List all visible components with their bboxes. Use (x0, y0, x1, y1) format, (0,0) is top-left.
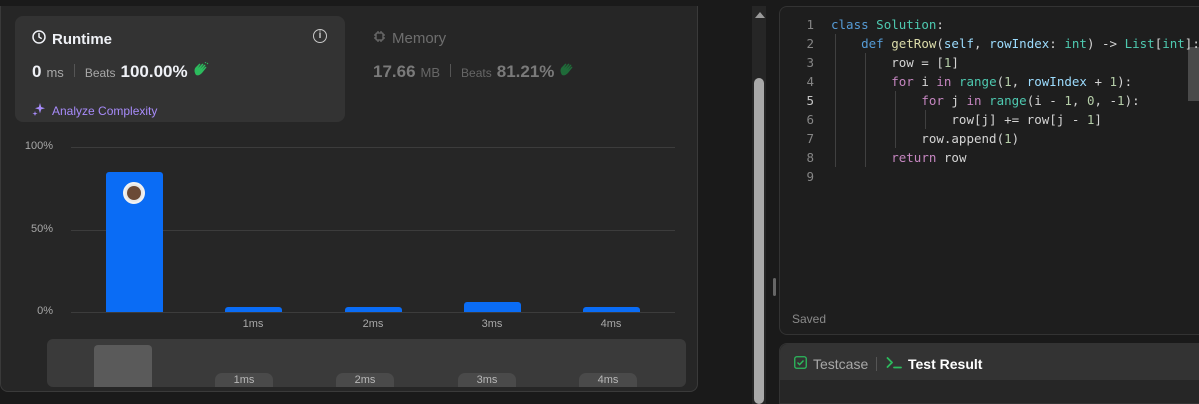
analyze-complexity-button[interactable]: Analyze Complexity (32, 102, 157, 119)
minimap-bar-label: 4ms (579, 373, 637, 387)
tab-testcase-label: Testcase (813, 356, 869, 372)
tab-divider (876, 357, 877, 371)
clock-icon (32, 30, 46, 48)
code-text: def getRow(self, rowIndex: int) -> List[… (861, 36, 1199, 51)
line-number: 2 (806, 36, 814, 51)
line-number: 7 (806, 131, 814, 146)
chart-gridline (71, 147, 675, 148)
runtime-stats: 0 ms Beats 100.00% (32, 61, 209, 82)
chip-icon (373, 30, 386, 47)
code-line[interactable]: 3 row = [1] (780, 53, 1199, 72)
runtime-beats-value: 100.00% (120, 62, 188, 81)
y-tick-label: 100% (24, 140, 53, 152)
user-avatar (123, 181, 145, 204)
terminal-icon (886, 356, 902, 372)
code-text: for j in range(i - 1, 0, -1): (921, 93, 1140, 108)
sparkle-icon (32, 102, 46, 119)
y-tick-label: 50% (30, 222, 53, 235)
console-tab-bar: Testcase Test Result (780, 344, 1199, 380)
x-tick-label: 4ms (600, 318, 622, 330)
runtime-unit: ms (46, 65, 64, 80)
minimap-bar-label: 2ms (336, 373, 394, 387)
left-panel-scrollbar[interactable] (752, 6, 766, 404)
tab-testcase[interactable]: Testcase (794, 356, 868, 372)
code-text: return row (891, 150, 967, 165)
memory-beats-label: Beats (461, 66, 492, 80)
code-text: class Solution: (831, 17, 944, 32)
console-panel: Testcase Test Result (779, 343, 1199, 404)
memory-value: 17.66 (373, 62, 416, 81)
panel-resize-handle[interactable] (773, 278, 776, 296)
memory-title: Memory (373, 30, 446, 47)
scroll-up-arrow-icon[interactable] (755, 12, 765, 18)
code-line[interactable]: 9 (780, 167, 1199, 186)
code-editor[interactable]: Saved 1 class Solution: 2 def getRow(self,… (779, 6, 1199, 335)
indent-guide (925, 110, 927, 129)
runtime-distribution-chart: 100% 50% 0% 1ms 2ms 3ms 4ms (1, 130, 699, 330)
line-number: 5 (806, 93, 814, 108)
line-number: 3 (806, 55, 814, 70)
x-tick-label: 3ms (481, 318, 503, 330)
code-line[interactable]: 2 def getRow(self, rowIndex: int) -> Lis… (780, 34, 1199, 53)
code-line[interactable]: 4 for i in range(1, rowIndex + 1): (780, 72, 1199, 91)
scrollbar-thumb[interactable] (754, 78, 764, 404)
chart-bar[interactable] (582, 307, 640, 312)
info-icon[interactable]: i (313, 29, 327, 43)
runtime-title: Runtime (32, 30, 112, 48)
line-number: 1 (806, 17, 814, 32)
submission-stats-panel: Runtime i 0 ms Beats 100.00% Analyze Com… (0, 6, 698, 392)
code-line[interactable]: 5 for j in range(i - 1, 0, -1): (780, 91, 1199, 110)
minimap-bar-label: 1ms (215, 373, 273, 387)
memory-unit: MB (420, 65, 441, 80)
x-tick-label: 2ms (362, 318, 384, 330)
tab-test-result[interactable]: Test Result (886, 356, 982, 372)
line-number: 9 (806, 169, 814, 184)
memory-title-label: Memory (392, 30, 447, 47)
stat-divider (73, 64, 75, 77)
code-text: for i in range(1, rowIndex + 1): (891, 74, 1133, 89)
clap-icon (559, 62, 575, 82)
indent-guide (865, 53, 867, 167)
tab-test-result-label: Test Result (908, 356, 983, 372)
code-line[interactable]: 6 row[j] += row[j - 1] (780, 110, 1199, 129)
code-line[interactable]: 1 class Solution: (780, 15, 1199, 34)
memory-card[interactable]: Memory 17.66 MB Beats 81.21% (373, 16, 673, 122)
stat-divider (450, 64, 452, 77)
runtime-value: 0 (32, 62, 42, 81)
runtime-title-label: Runtime (52, 30, 112, 48)
indent-guide (835, 34, 836, 167)
line-number: 8 (806, 150, 814, 165)
chart-bar[interactable] (224, 307, 282, 312)
chart-gridline (71, 312, 675, 313)
code-text: row = [1] (831, 55, 959, 70)
runtime-card[interactable]: Runtime i 0 ms Beats 100.00% Analyze Com… (15, 16, 345, 122)
clap-icon (193, 61, 209, 82)
chart-bar[interactable] (344, 307, 402, 312)
save-status: Saved (792, 312, 827, 326)
code-line[interactable]: 8 return row (780, 148, 1199, 167)
chart-range-selector[interactable]: 1ms 2ms 3ms 4ms (47, 339, 686, 387)
chart-bar[interactable] (463, 302, 521, 312)
range-selection-handle[interactable] (94, 345, 152, 387)
analyze-complexity-label: Analyze Complexity (52, 103, 158, 118)
y-tick-label: 0% (37, 305, 53, 317)
code-line[interactable]: 7 row.append(1) (780, 129, 1199, 148)
indent-guide (895, 91, 897, 148)
memory-beats-value: 81.21% (496, 62, 555, 81)
runtime-beats-label: Beats (84, 66, 116, 80)
checkbox-icon (794, 356, 807, 372)
x-tick-label: 1ms (242, 318, 264, 330)
line-number: 6 (806, 112, 814, 127)
code-text: row.append(1) (831, 131, 1020, 146)
code-text: row[j] += row[j - 1] (831, 112, 1102, 127)
memory-stats: 17.66 MB Beats 81.21% (373, 62, 575, 82)
minimap-bar-label: 3ms (458, 373, 516, 387)
line-number: 4 (806, 74, 814, 89)
app-root: Runtime i 0 ms Beats 100.00% Analyze Com… (0, 0, 1199, 404)
